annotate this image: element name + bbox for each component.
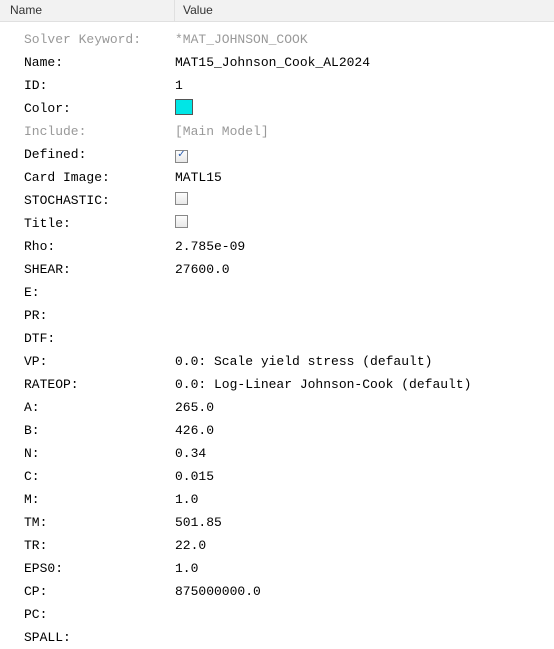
property-row: Card Image:MATL15 bbox=[0, 166, 554, 189]
property-row: TR:22.0 bbox=[0, 534, 554, 557]
property-value[interactable]: 1.0 bbox=[175, 492, 554, 507]
property-row: VP:0.0: Scale yield stress (default) bbox=[0, 350, 554, 373]
property-row: Include:[Main Model] bbox=[0, 120, 554, 143]
checkbox[interactable] bbox=[175, 215, 188, 228]
property-label: N: bbox=[24, 446, 175, 461]
property-value[interactable] bbox=[175, 215, 554, 232]
property-row: STOCHASTIC: bbox=[0, 189, 554, 212]
property-row: N:0.34 bbox=[0, 442, 554, 465]
property-value[interactable]: 875000000.0 bbox=[175, 584, 554, 599]
property-label: M: bbox=[24, 492, 175, 507]
property-label: PR: bbox=[24, 308, 175, 323]
property-label: PC: bbox=[24, 607, 175, 622]
property-label: TR: bbox=[24, 538, 175, 553]
property-value[interactable]: MATL15 bbox=[175, 170, 554, 185]
color-swatch[interactable] bbox=[175, 99, 193, 115]
property-row: Rho:2.785e-09 bbox=[0, 235, 554, 258]
property-row: Color: bbox=[0, 97, 554, 120]
property-value[interactable] bbox=[175, 99, 554, 119]
property-value[interactable]: [Main Model] bbox=[175, 124, 554, 139]
property-label: STOCHASTIC: bbox=[24, 193, 175, 208]
property-row: ID:1 bbox=[0, 74, 554, 97]
property-label: Defined: bbox=[24, 147, 175, 162]
property-value[interactable]: 22.0 bbox=[175, 538, 554, 553]
property-label: SHEAR: bbox=[24, 262, 175, 277]
property-value[interactable]: 0.34 bbox=[175, 446, 554, 461]
property-row: SPALL: bbox=[0, 626, 554, 649]
property-label: EPS0: bbox=[24, 561, 175, 576]
property-row: CP:875000000.0 bbox=[0, 580, 554, 603]
property-label: B: bbox=[24, 423, 175, 438]
property-row: Defined: bbox=[0, 143, 554, 166]
property-row: TM:501.85 bbox=[0, 511, 554, 534]
property-row: PC: bbox=[0, 603, 554, 626]
column-header-row: Name Value bbox=[0, 0, 554, 22]
property-label: CP: bbox=[24, 584, 175, 599]
property-row: RATEOP:0.0: Log-Linear Johnson-Cook (def… bbox=[0, 373, 554, 396]
property-row: A:265.0 bbox=[0, 396, 554, 419]
property-label: Color: bbox=[24, 101, 175, 116]
property-label: Rho: bbox=[24, 239, 175, 254]
property-label: Name: bbox=[24, 55, 175, 70]
checkbox[interactable] bbox=[175, 192, 188, 205]
property-value[interactable]: 0.0: Log-Linear Johnson-Cook (default) bbox=[175, 377, 554, 392]
property-value[interactable]: 27600.0 bbox=[175, 262, 554, 277]
property-value[interactable]: 1 bbox=[175, 78, 554, 93]
column-header-value[interactable]: Value bbox=[175, 0, 554, 21]
property-label: Solver Keyword: bbox=[24, 32, 175, 47]
property-row: PR: bbox=[0, 304, 554, 327]
column-header-name[interactable]: Name bbox=[0, 0, 175, 21]
property-value[interactable]: 265.0 bbox=[175, 400, 554, 415]
property-row: C:0.015 bbox=[0, 465, 554, 488]
property-value[interactable]: 0.0: Scale yield stress (default) bbox=[175, 354, 554, 369]
property-label: Include: bbox=[24, 124, 175, 139]
property-label: A: bbox=[24, 400, 175, 415]
property-label: Card Image: bbox=[24, 170, 175, 185]
property-value[interactable]: 2.785e-09 bbox=[175, 239, 554, 254]
property-row: EPS0:1.0 bbox=[0, 557, 554, 580]
property-label: C: bbox=[24, 469, 175, 484]
property-value[interactable]: 501.85 bbox=[175, 515, 554, 530]
property-label: TM: bbox=[24, 515, 175, 530]
property-value[interactable]: *MAT_JOHNSON_COOK bbox=[175, 32, 554, 47]
property-value[interactable]: MAT15_Johnson_Cook_AL2024 bbox=[175, 55, 554, 70]
property-label: E: bbox=[24, 285, 175, 300]
property-value[interactable]: 1.0 bbox=[175, 561, 554, 576]
property-label: VP: bbox=[24, 354, 175, 369]
property-row: DTF: bbox=[0, 327, 554, 350]
property-value[interactable]: 426.0 bbox=[175, 423, 554, 438]
property-row: Solver Keyword:*MAT_JOHNSON_COOK bbox=[0, 28, 554, 51]
property-value[interactable] bbox=[175, 192, 554, 209]
property-row: E: bbox=[0, 281, 554, 304]
property-value[interactable]: 0.015 bbox=[175, 469, 554, 484]
property-label: ID: bbox=[24, 78, 175, 93]
property-grid: Solver Keyword:*MAT_JOHNSON_COOKName:MAT… bbox=[0, 22, 554, 649]
property-row: M:1.0 bbox=[0, 488, 554, 511]
property-row: SHEAR:27600.0 bbox=[0, 258, 554, 281]
property-row: Name:MAT15_Johnson_Cook_AL2024 bbox=[0, 51, 554, 74]
property-label: DTF: bbox=[24, 331, 175, 346]
property-label: RATEOP: bbox=[24, 377, 175, 392]
property-row: B:426.0 bbox=[0, 419, 554, 442]
checkbox[interactable] bbox=[175, 150, 188, 163]
property-label: Title: bbox=[24, 216, 175, 231]
property-row: Title: bbox=[0, 212, 554, 235]
property-value[interactable] bbox=[175, 146, 554, 163]
